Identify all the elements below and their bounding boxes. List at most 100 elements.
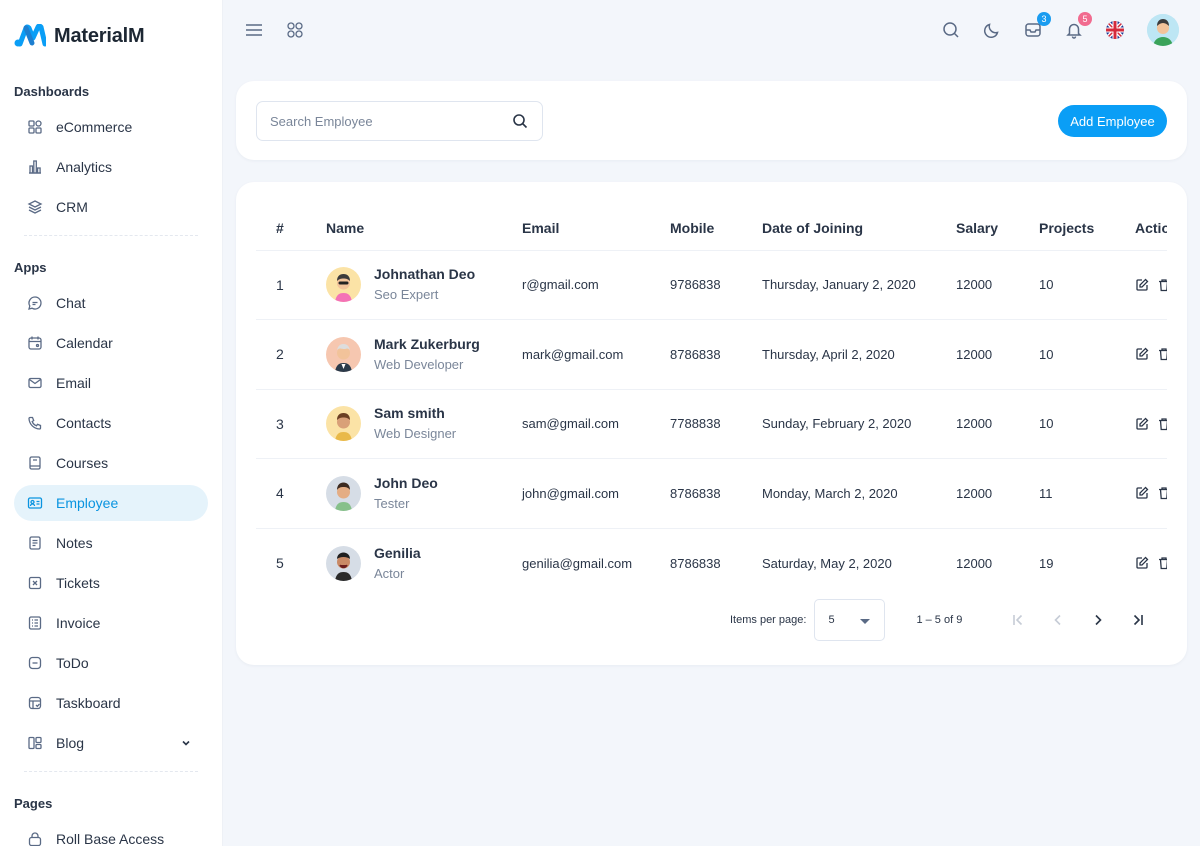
bell-icon[interactable]: 5 (1062, 12, 1092, 42)
edit-icon[interactable] (1135, 486, 1149, 500)
ticket-icon (26, 574, 44, 592)
moon-icon[interactable] (980, 18, 1004, 42)
sidebar-item-invoice[interactable]: Invoice (14, 605, 208, 641)
user-avatar[interactable] (1147, 14, 1179, 46)
sidebar-item-taskboard[interactable]: Taskboard (14, 685, 208, 721)
sidebar-item-todo[interactable]: ToDo (14, 645, 208, 681)
next-page-button[interactable] (1078, 600, 1118, 640)
cell-index: 3 (256, 389, 326, 459)
previous-page-button[interactable] (1038, 600, 1078, 640)
sidebar-item-notes[interactable]: Notes (14, 525, 208, 561)
column-header-email[interactable]: Email (522, 206, 670, 251)
phone-icon (26, 414, 44, 432)
delete-icon[interactable] (1157, 278, 1167, 292)
sidebar-item-label: Calendar (56, 335, 113, 351)
column-header-mobile[interactable]: Mobile (670, 206, 762, 251)
apps-grid-icon[interactable] (283, 18, 307, 42)
column-header-name[interactable]: Name (326, 206, 522, 251)
sidebar-item-blog[interactable]: Blog (14, 725, 208, 761)
messages-badge: 3 (1037, 12, 1051, 26)
brand[interactable]: MaterialM (0, 0, 222, 72)
chevron-down-icon[interactable] (176, 738, 196, 748)
nav-section-apps: Apps (14, 260, 47, 275)
sidebar-item-analytics[interactable]: Analytics (14, 149, 208, 185)
edit-icon[interactable] (1135, 417, 1149, 431)
employee-name[interactable]: Sam smith (374, 404, 456, 422)
sidebar-item-crm[interactable]: CRM (14, 189, 208, 225)
employee-name[interactable]: Mark Zukerburg (374, 335, 480, 353)
column-header-salary[interactable]: Salary (956, 206, 1039, 251)
search-icon[interactable] (510, 111, 530, 131)
employee-name[interactable]: John Deo (374, 474, 438, 492)
sidebar-item-ecommerce[interactable]: eCommerce (14, 109, 208, 145)
layers-icon (26, 198, 44, 216)
notifications-badge: 5 (1078, 12, 1092, 26)
sidebar-item-email[interactable]: Email (14, 365, 208, 401)
paginator: Items per page: 5 1 – 5 of 9 (730, 599, 1158, 641)
search-box[interactable] (256, 101, 543, 141)
column-header-index[interactable]: # (256, 206, 326, 251)
sidebar-item-chat[interactable]: Chat (14, 285, 208, 321)
search-input[interactable] (270, 113, 510, 129)
last-page-button[interactable] (1118, 600, 1158, 640)
delete-icon[interactable] (1157, 556, 1167, 570)
sidebar-item-calendar[interactable]: Calendar (14, 325, 208, 361)
blog-icon (26, 734, 44, 752)
add-employee-button[interactable]: Add Employee (1058, 105, 1167, 137)
sidebar-item-tickets[interactable]: Tickets (14, 565, 208, 601)
sidebar-item-label: Courses (56, 455, 109, 471)
table-row: 1 Johnathan Deo Seo Expert r@gmail.com 9… (256, 250, 1167, 320)
chart-icon (26, 158, 44, 176)
edit-icon[interactable] (1135, 278, 1149, 292)
items-per-page-select[interactable]: 5 (814, 599, 886, 641)
chat-icon (26, 294, 44, 312)
sidebar-item-label: Roll Base Access (56, 831, 165, 846)
cell-name: John Deo Tester (326, 458, 522, 529)
sidebar-item-contacts[interactable]: Contacts (14, 405, 208, 441)
nav-divider (24, 771, 198, 772)
cell-index: 1 (256, 250, 326, 320)
caret-down-icon (860, 619, 871, 624)
edit-icon[interactable] (1135, 556, 1149, 570)
employee-name[interactable]: Johnathan Deo (374, 265, 475, 283)
search-icon[interactable] (939, 18, 963, 42)
table-header-row: # Name Email Mobile Date of Joining Sala… (256, 206, 1167, 251)
sidebar-item-roll-base-access[interactable]: Roll Base Access (14, 821, 208, 846)
sidebar-item-label: Tickets (56, 575, 100, 591)
delete-icon[interactable] (1157, 347, 1167, 361)
delete-icon[interactable] (1157, 417, 1167, 431)
sidebar-item-label: Blog (56, 735, 85, 751)
menu-icon[interactable] (242, 18, 266, 42)
notes-icon (26, 534, 44, 552)
employee-role: Actor (374, 565, 405, 581)
delete-icon[interactable] (1157, 486, 1167, 500)
sidebar-item-label: Invoice (56, 615, 101, 631)
employee-avatar (326, 545, 361, 581)
column-header-projects[interactable]: Projects (1039, 206, 1135, 251)
cell-email: mark@gmail.com (522, 319, 670, 390)
employee-table: # Name Email Mobile Date of Joining Sala… (256, 206, 1167, 586)
book-icon (26, 454, 44, 472)
column-header-action[interactable]: Actio (1135, 206, 1167, 251)
cell-projects: 10 (1039, 319, 1135, 390)
cell-actions (1135, 389, 1167, 459)
sidebar-item-employee[interactable]: Employee (14, 485, 208, 521)
sidebar-item-courses[interactable]: Courses (14, 445, 208, 481)
cell-mobile: 9786838 (670, 250, 762, 320)
id-card-icon (26, 494, 44, 512)
employee-table-card: # Name Email Mobile Date of Joining Sala… (236, 182, 1187, 665)
column-header-date-of-joining[interactable]: Date of Joining (762, 206, 956, 251)
cell-actions (1135, 319, 1167, 390)
sidebar-item-label: Email (56, 375, 92, 391)
sidebar-item-label: Employee (56, 495, 119, 511)
cell-mobile: 7788838 (670, 389, 762, 459)
first-page-button[interactable] (998, 600, 1038, 640)
uk-flag-icon[interactable] (1103, 18, 1127, 42)
employee-avatar (326, 406, 361, 442)
cell-date-of-joining: Sunday, February 2, 2020 (762, 389, 956, 459)
sidebar-item-label: Taskboard (56, 695, 121, 711)
messages-icon[interactable]: 3 (1021, 12, 1051, 42)
cell-date-of-joining: Saturday, May 2, 2020 (762, 555, 892, 571)
edit-icon[interactable] (1135, 347, 1149, 361)
employee-name[interactable]: Genilia (374, 544, 421, 562)
